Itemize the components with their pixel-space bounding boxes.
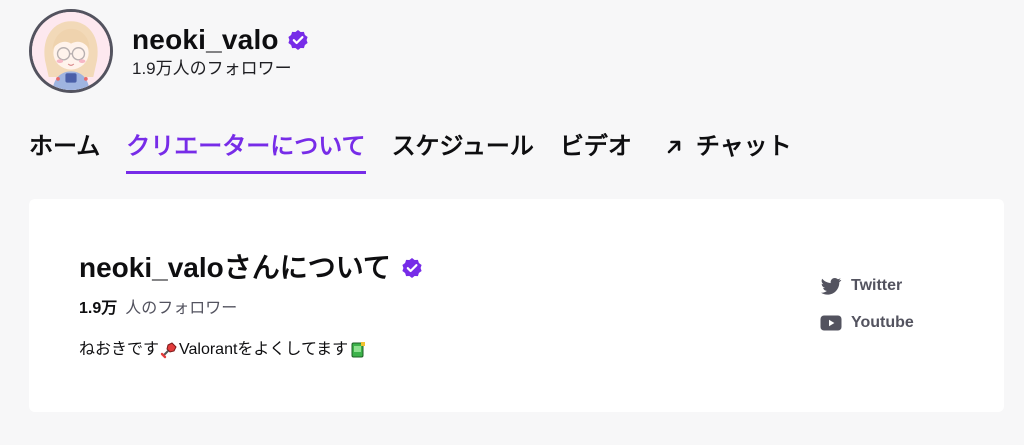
about-title: neoki_valoさんについて xyxy=(79,252,391,283)
tab-about-label: クリエーターについて xyxy=(126,133,366,160)
social-links: Twitter Youtube xyxy=(819,274,914,348)
tab-schedule-label: スケジュール xyxy=(391,133,534,160)
twitter-icon xyxy=(821,277,842,295)
channel-name[interactable]: neoki_valo xyxy=(132,23,279,57)
about-card: neoki_valoさんについて 1.9万 人のフォロワー ねおきです Valo… xyxy=(29,199,1004,412)
tab-videos[interactable]: ビデオ xyxy=(560,131,632,163)
youtube-label: Youtube xyxy=(851,314,914,331)
tab-about[interactable]: クリエーターについて xyxy=(126,131,366,174)
twitter-link[interactable]: Twitter xyxy=(819,274,914,298)
about-title-row: neoki_valoさんについて xyxy=(79,250,423,286)
youtube-icon xyxy=(820,315,842,331)
tab-chat-label: チャット xyxy=(695,133,792,160)
tab-home[interactable]: ホーム xyxy=(29,131,100,163)
channel-about-page: neoki_valo 1.9万人のフォロワー ホーム クリエーターについて スケ… xyxy=(0,0,1024,445)
external-arrow-icon xyxy=(667,140,681,154)
bio-text-part1: ねおきです xyxy=(79,341,160,358)
channel-header: neoki_valo 1.9万人のフォロワー xyxy=(29,9,309,93)
about-follower-count: 1.9万 人のフォロワー xyxy=(79,298,237,320)
bio-text-part2: Valorantをよくしてます xyxy=(179,341,349,358)
twitter-label: Twitter xyxy=(851,277,903,294)
emoji-icon xyxy=(160,342,177,359)
youtube-link[interactable]: Youtube xyxy=(819,311,914,335)
channel-identity: neoki_valo 1.9万人のフォロワー xyxy=(132,23,309,80)
tab-videos-label: ビデオ xyxy=(559,133,632,160)
avatar[interactable] xyxy=(29,9,113,93)
tab-schedule[interactable]: スケジュール xyxy=(392,131,534,163)
about-bio: ねおきです Valorantをよくしてます xyxy=(79,338,368,362)
verified-badge-icon xyxy=(288,29,308,50)
follower-label: 人のフォロワー xyxy=(125,300,238,317)
channel-tabs: ホーム クリエーターについて スケジュール ビデオ チャット xyxy=(29,131,818,175)
tab-chat[interactable]: チャット xyxy=(658,131,792,163)
channel-name-row: neoki_valo xyxy=(132,23,309,57)
follower-number: 1.9万 xyxy=(79,300,118,317)
avatar-image xyxy=(32,12,110,90)
verified-badge-icon xyxy=(402,258,422,278)
emoji-icon xyxy=(351,342,366,358)
tab-home-label: ホーム xyxy=(29,133,101,160)
follower-count: 1.9万人のフォロワー xyxy=(132,58,292,78)
